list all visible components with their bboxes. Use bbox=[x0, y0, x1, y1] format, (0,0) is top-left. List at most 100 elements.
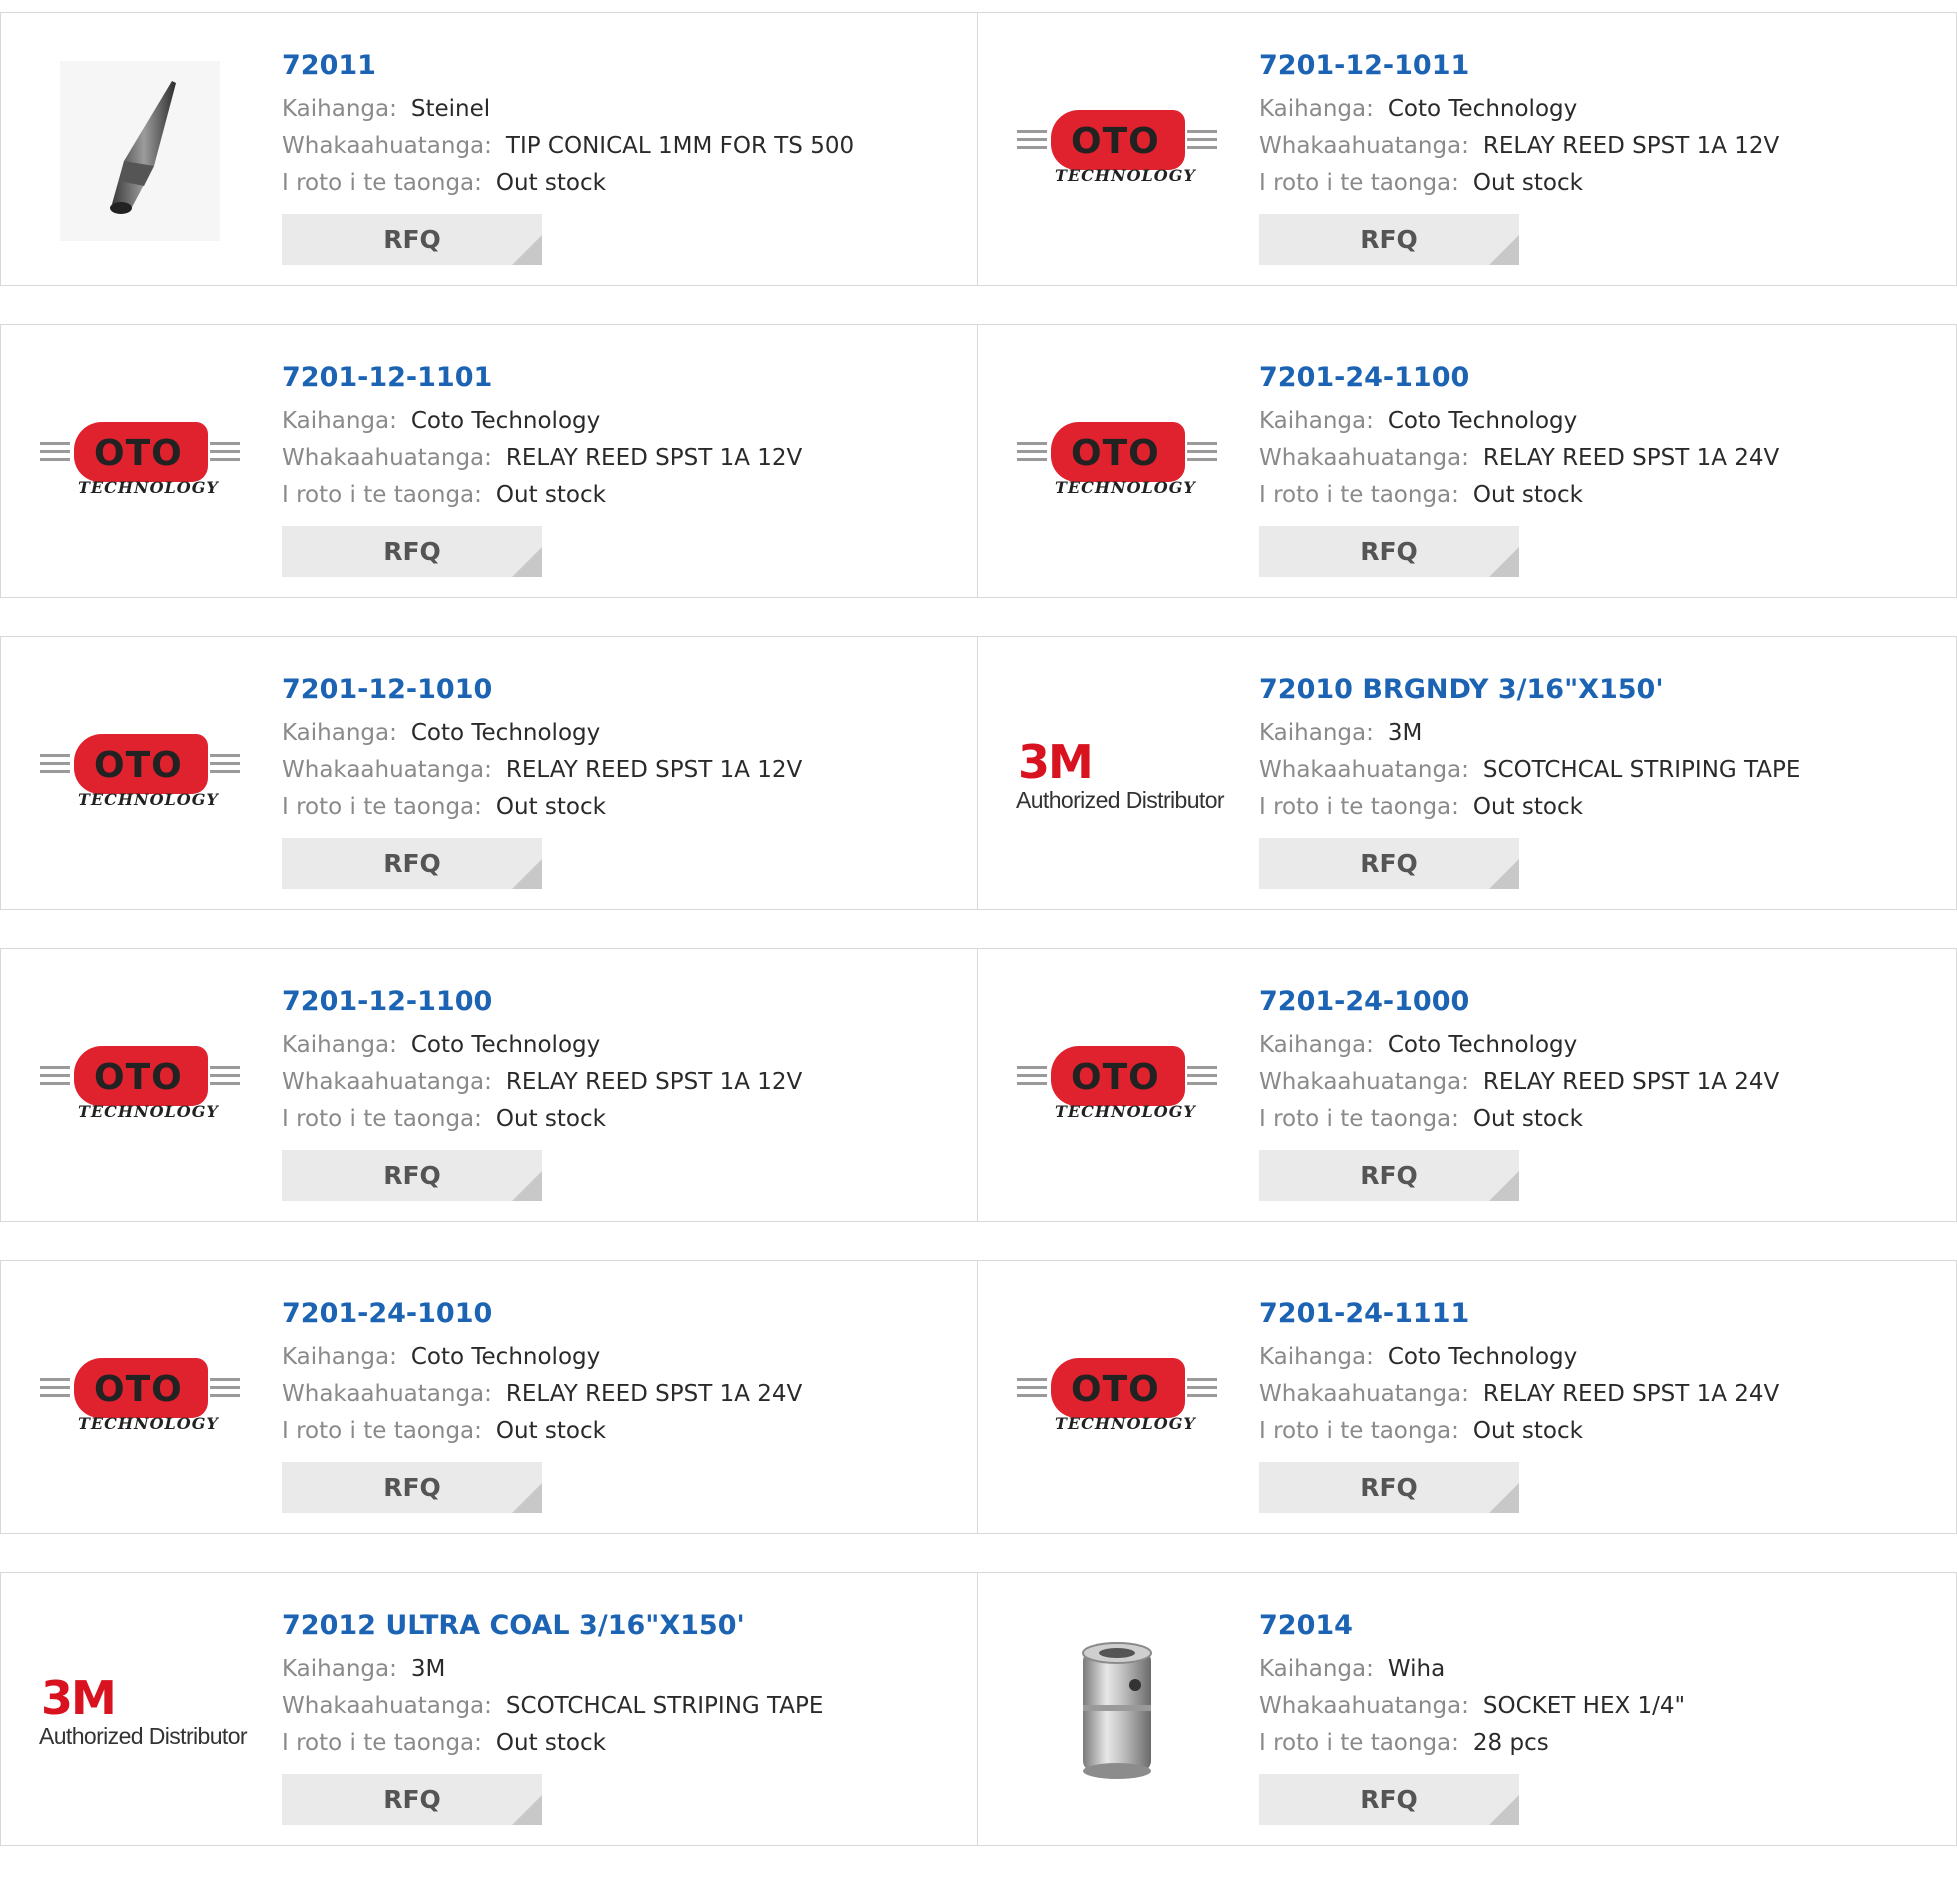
manufacturer-value: 3M bbox=[410, 1656, 446, 1682]
logo-subtitle: TECHNOLOGY bbox=[78, 1102, 219, 1121]
product-card: OTO TECHNOLOGY 7201-24-1010 Kaihanga: Cot… bbox=[0, 1260, 978, 1534]
logo-stripes bbox=[1187, 130, 1217, 156]
product-info: 7201-24-1010 Kaihanga: Coto Technology Wh… bbox=[282, 1295, 967, 1513]
part-number-link[interactable]: 72011 bbox=[282, 47, 967, 85]
product-card: OTO TECHNOLOGY 7201-12-1011 Kaihanga: Cot… bbox=[978, 12, 1957, 286]
product-info: 7201-12-1010 Kaihanga: Coto Technology Wh… bbox=[282, 671, 967, 889]
product-info: 72011 Kaihanga: Steinel Whakaahuatanga: TI… bbox=[282, 47, 967, 265]
stock-label: I roto i te taonga: bbox=[282, 1730, 482, 1756]
part-number-link[interactable]: 72014 bbox=[1259, 1607, 1946, 1645]
description-line: Whakaahuatanga: SCOTCHCAL STRIPING TAPE bbox=[282, 1688, 967, 1725]
description-label: Whakaahuatanga: bbox=[282, 133, 492, 159]
part-number-link[interactable]: 7201-12-1010 bbox=[282, 671, 967, 709]
rfq-button[interactable]: RFQ bbox=[282, 1462, 542, 1513]
rfq-button[interactable]: RFQ bbox=[282, 214, 542, 265]
part-number-link[interactable]: 7201-24-1100 bbox=[1259, 359, 1946, 397]
rfq-label: RFQ bbox=[383, 537, 441, 566]
stock-value: 28 pcs bbox=[1472, 1730, 1549, 1756]
product-thumbnail[interactable]: OTO TECHNOLOGY bbox=[39, 987, 241, 1187]
logo-stripes bbox=[1187, 442, 1217, 468]
logo-word: OTO bbox=[1071, 1369, 1160, 1410]
rfq-label: RFQ bbox=[1360, 225, 1418, 254]
logo-stripes bbox=[40, 1066, 70, 1092]
stock-value: Out stock bbox=[1472, 482, 1583, 508]
logo-word: OTO bbox=[94, 1057, 183, 1098]
description-line: Whakaahuatanga: RELAY REED SPST 1A 12V bbox=[1259, 128, 1946, 165]
3m-logo: 3M Authorized Distributor bbox=[39, 1673, 248, 1750]
product-thumbnail[interactable]: OTO TECHNOLOGY bbox=[1016, 51, 1218, 251]
manufacturer-label: Kaihanga: bbox=[282, 96, 397, 122]
product-info: 72010 BRGNDY 3/16"X150' Kaihanga: 3M Whak… bbox=[1259, 671, 1946, 889]
logo-stripes bbox=[40, 442, 70, 468]
logo-word: OTO bbox=[1071, 121, 1160, 162]
product-thumbnail[interactable]: 3M Authorized Distributor bbox=[39, 1611, 248, 1811]
part-number-link[interactable]: 7201-24-1010 bbox=[282, 1295, 967, 1333]
rfq-button[interactable]: RFQ bbox=[282, 526, 542, 577]
logo-stripes bbox=[40, 754, 70, 780]
stock-line: I roto i te taonga: Out stock bbox=[282, 1413, 967, 1450]
part-number-link[interactable]: 7201-24-1000 bbox=[1259, 983, 1946, 1021]
stock-line: I roto i te taonga: Out stock bbox=[282, 1725, 967, 1762]
rfq-button[interactable]: RFQ bbox=[282, 1774, 542, 1825]
rfq-label: RFQ bbox=[1360, 1473, 1418, 1502]
description-line: Whakaahuatanga: RELAY REED SPST 1A 12V bbox=[282, 752, 967, 789]
product-info: 7201-12-1101 Kaihanga: Coto Technology Wh… bbox=[282, 359, 967, 577]
manufacturer-label: Kaihanga: bbox=[282, 1032, 397, 1058]
stock-line: I roto i te taonga: Out stock bbox=[282, 1101, 967, 1138]
manufacturer-line: Kaihanga: Coto Technology bbox=[1259, 1027, 1946, 1064]
logo-subtitle: TECHNOLOGY bbox=[78, 790, 219, 809]
description-line: Whakaahuatanga: TIP CONICAL 1MM FOR TS 50… bbox=[282, 128, 967, 165]
manufacturer-value: Coto Technology bbox=[410, 720, 601, 746]
manufacturer-line: Kaihanga: Coto Technology bbox=[282, 715, 967, 752]
product-thumbnail[interactable]: OTO TECHNOLOGY bbox=[1016, 1299, 1218, 1499]
part-number-link[interactable]: 72012 ULTRA COAL 3/16"X150' bbox=[282, 1607, 967, 1645]
logo-word: OTO bbox=[94, 1369, 183, 1410]
product-thumbnail[interactable]: OTO TECHNOLOGY bbox=[39, 1299, 241, 1499]
product-thumbnail[interactable]: OTO TECHNOLOGY bbox=[39, 363, 241, 563]
stock-label: I roto i te taonga: bbox=[282, 482, 482, 508]
stock-value: Out stock bbox=[495, 482, 606, 508]
part-number-link[interactable]: 7201-12-1101 bbox=[282, 359, 967, 397]
product-grid: 72011 Kaihanga: Steinel Whakaahuatanga: TI… bbox=[0, 12, 1957, 1884]
part-number-link[interactable]: 7201-12-1100 bbox=[282, 983, 967, 1021]
product-info: 72014 Kaihanga: Wiha Whakaahuatanga: SOCKE… bbox=[1259, 1607, 1946, 1825]
logo-word: OTO bbox=[94, 433, 183, 474]
product-thumbnail[interactable]: OTO TECHNOLOGY bbox=[1016, 363, 1218, 563]
corner-triangle-icon bbox=[1489, 547, 1519, 577]
rfq-button[interactable]: RFQ bbox=[1259, 1150, 1519, 1201]
manufacturer-line: Kaihanga: Coto Technology bbox=[1259, 1339, 1946, 1376]
corner-triangle-icon bbox=[512, 1483, 542, 1513]
description-label: Whakaahuatanga: bbox=[1259, 445, 1469, 471]
rfq-button[interactable]: RFQ bbox=[1259, 1462, 1519, 1513]
logo-stripes bbox=[1017, 1066, 1047, 1092]
logo-subtitle: TECHNOLOGY bbox=[1055, 166, 1196, 185]
manufacturer-line: Kaihanga: Coto Technology bbox=[1259, 91, 1946, 128]
stock-value: Out stock bbox=[495, 170, 606, 196]
product-thumbnail[interactable] bbox=[1016, 1611, 1218, 1811]
product-card: OTO TECHNOLOGY 7201-24-1111 Kaihanga: Cot… bbox=[978, 1260, 1957, 1534]
rfq-button[interactable]: RFQ bbox=[282, 838, 542, 889]
stock-value: Out stock bbox=[1472, 170, 1583, 196]
rfq-button[interactable]: RFQ bbox=[1259, 214, 1519, 265]
product-thumbnail[interactable]: OTO TECHNOLOGY bbox=[1016, 987, 1218, 1187]
part-number-link[interactable]: 72010 BRGNDY 3/16"X150' bbox=[1259, 671, 1946, 709]
product-thumbnail[interactable]: 3M Authorized Distributor bbox=[1016, 675, 1225, 875]
rfq-button[interactable]: RFQ bbox=[282, 1150, 542, 1201]
rfq-button[interactable]: RFQ bbox=[1259, 1774, 1519, 1825]
description-label: Whakaahuatanga: bbox=[282, 445, 492, 471]
product-thumbnail[interactable] bbox=[39, 51, 241, 251]
product-info: 7201-24-1100 Kaihanga: Coto Technology Wh… bbox=[1259, 359, 1946, 577]
logo-stripes bbox=[1187, 1066, 1217, 1092]
rfq-button[interactable]: RFQ bbox=[1259, 838, 1519, 889]
part-number-link[interactable]: 7201-24-1111 bbox=[1259, 1295, 1946, 1333]
coto-logo: OTO TECHNOLOGY bbox=[1017, 1358, 1217, 1440]
product-card: 3M Authorized Distributor 72010 BRGNDY 3… bbox=[978, 636, 1957, 910]
product-thumbnail[interactable]: OTO TECHNOLOGY bbox=[39, 675, 241, 875]
stock-line: I roto i te taonga: Out stock bbox=[282, 165, 967, 202]
description-line: Whakaahuatanga: RELAY REED SPST 1A 12V bbox=[282, 440, 967, 477]
stock-line: I roto i te taonga: Out stock bbox=[1259, 165, 1946, 202]
part-number-link[interactable]: 7201-12-1011 bbox=[1259, 47, 1946, 85]
rfq-button[interactable]: RFQ bbox=[1259, 526, 1519, 577]
manufacturer-label: Kaihanga: bbox=[282, 720, 397, 746]
product-row: 72011 Kaihanga: Steinel Whakaahuatanga: TI… bbox=[0, 12, 1957, 286]
